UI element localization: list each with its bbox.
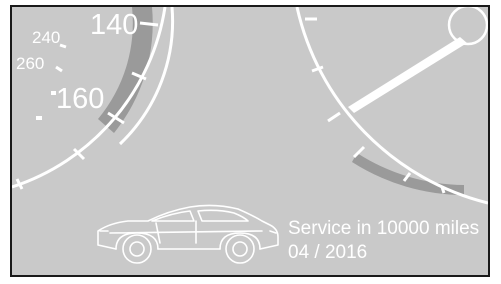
service-interval-text: Service in 10000 miles — [288, 218, 480, 239]
service-message: Service in 10000 miles 04 / 2016 — [288, 217, 479, 265]
service-date-text: 04 / 2016 — [288, 242, 368, 263]
instrument-display: 140 160 240 260 Service in 10000 miles 0… — [10, 5, 490, 277]
